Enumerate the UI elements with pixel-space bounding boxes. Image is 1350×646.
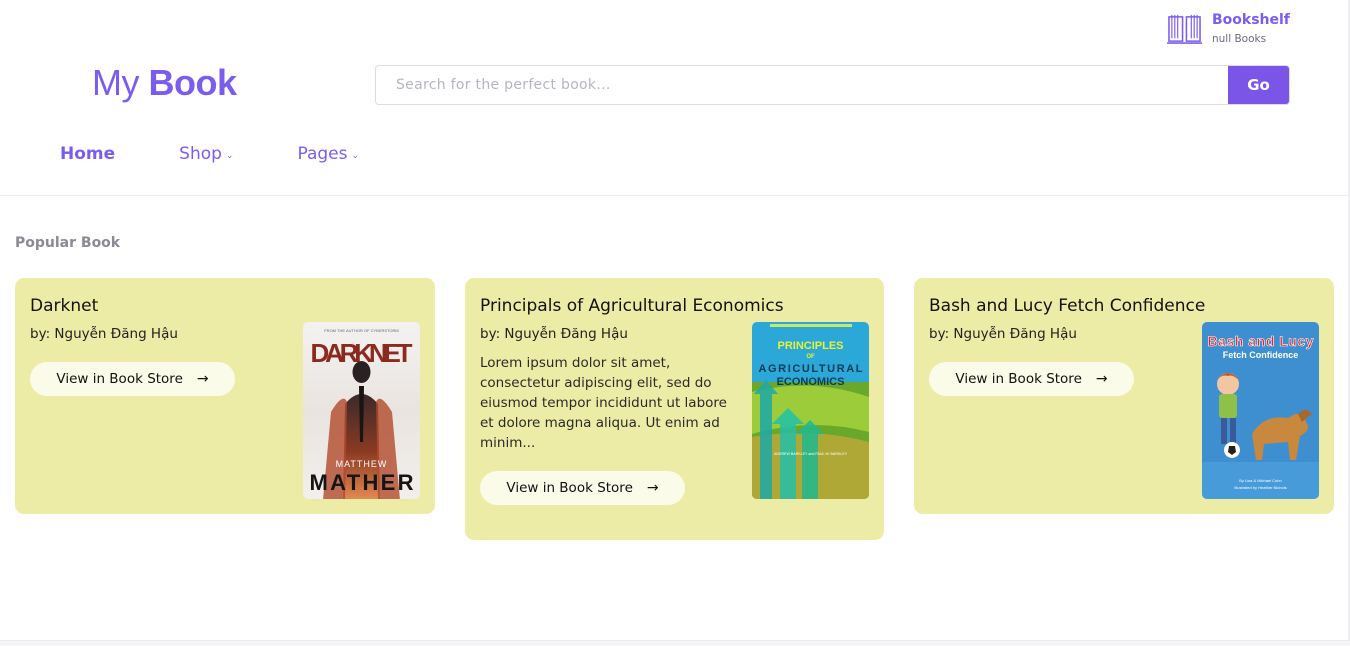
cover-line1: PRINCIPLES bbox=[777, 340, 843, 352]
book-cover[interactable]: PRINCIPLES OF AGRICULTURAL ECONOMICS AND… bbox=[752, 322, 869, 499]
agri-econ-cover-art: PRINCIPLES OF AGRICULTURAL ECONOMICS AND… bbox=[752, 322, 869, 499]
cover-author-first: MATTHEW bbox=[336, 459, 388, 469]
book-cover[interactable]: FROM THE AUTHOR OF CYBERSTORM DARKNET MA… bbox=[303, 322, 420, 499]
search-go-button[interactable]: Go bbox=[1228, 66, 1289, 104]
logo-part1: My bbox=[92, 62, 140, 103]
bookshelf-count: null Books bbox=[1212, 33, 1267, 45]
view-in-store-button[interactable]: View in Book Store → bbox=[929, 362, 1134, 396]
cover-title: Bash and Lucy bbox=[1208, 333, 1314, 349]
cover-credit1: By Lisa & Michael Cohn bbox=[1239, 478, 1281, 483]
chevron-down-icon: ⌄ bbox=[351, 150, 360, 161]
main-nav: Home Shop ⌄ Pages ⌄ bbox=[60, 144, 423, 164]
nav-home[interactable]: Home bbox=[60, 144, 115, 164]
section-title: Popular Book bbox=[15, 235, 121, 251]
cover-credit2: Illustrated by Heather Nichols bbox=[1234, 485, 1286, 490]
arrow-right-icon: → bbox=[196, 371, 209, 387]
darknet-cover-art: FROM THE AUTHOR OF CYBERSTORM DARKNET MA… bbox=[303, 322, 420, 499]
book-title: Darknet bbox=[30, 296, 99, 316]
book-card: Bash and Lucy Fetch Confidence by: Nguyễ… bbox=[914, 278, 1334, 514]
book-title: Principals of Agricultural Economics bbox=[480, 296, 784, 316]
cover-line4: ECONOMICS bbox=[777, 376, 845, 388]
nav-shop-label: Shop bbox=[179, 144, 222, 164]
page: Bookshelf null Books My Book Go Home Sho… bbox=[0, 0, 1350, 646]
site-logo[interactable]: My Book bbox=[92, 62, 237, 104]
view-in-store-button[interactable]: View in Book Store → bbox=[480, 471, 685, 505]
header-divider bbox=[0, 195, 1350, 196]
cover-line3: AGRICULTURAL bbox=[759, 363, 863, 375]
cover-top-line: FROM THE AUTHOR OF CYBERSTORM bbox=[324, 328, 399, 333]
book-cover[interactable]: Bash and Lucy Fetch Confidence By Lisa &… bbox=[1202, 322, 1319, 499]
nav-home-label: Home bbox=[60, 144, 116, 164]
view-in-store-label: View in Book Store bbox=[506, 480, 633, 496]
nav-pages-label: Pages bbox=[297, 144, 348, 164]
nav-shop[interactable]: Shop ⌄ bbox=[179, 144, 233, 164]
book-author: by: Nguyễn Đăng Hậu bbox=[929, 326, 1077, 342]
bookshelf-link[interactable]: Bookshelf null Books bbox=[1167, 12, 1290, 45]
book-card: Principals of Agricultural Economics by:… bbox=[465, 278, 884, 540]
book-description: Lorem ipsum dolor sit amet, consectetur … bbox=[480, 355, 727, 451]
arrow-right-icon: → bbox=[646, 480, 659, 496]
arrow-right-icon: → bbox=[1095, 371, 1108, 387]
view-in-store-label: View in Book Store bbox=[56, 371, 183, 387]
chevron-down-icon: ⌄ bbox=[225, 150, 234, 161]
book-title: Bash and Lucy Fetch Confidence bbox=[929, 296, 1206, 316]
search-input[interactable] bbox=[376, 66, 1228, 104]
book-author: by: Nguyễn Đăng Hậu bbox=[480, 326, 628, 342]
cover-author-last: MATHER bbox=[310, 470, 414, 495]
search-bar: Go bbox=[375, 65, 1290, 105]
view-in-store-button[interactable]: View in Book Store → bbox=[30, 362, 235, 396]
open-book-icon bbox=[1167, 14, 1202, 44]
book-card: Darknet by: Nguyễn Đăng Hậu View in Book… bbox=[15, 278, 435, 514]
bash-lucy-cover-art: Bash and Lucy Fetch Confidence By Lisa &… bbox=[1202, 322, 1319, 499]
cover-authors: ANDREW BARKLEY and PAUL W. BARKLEY bbox=[774, 452, 848, 456]
cover-line2: OF bbox=[806, 354, 815, 360]
cover-subtitle: Fetch Confidence bbox=[1223, 350, 1299, 360]
view-in-store-label: View in Book Store bbox=[955, 371, 1082, 387]
logo-part2: Book bbox=[148, 62, 238, 103]
bookshelf-title: Bookshelf bbox=[1212, 12, 1290, 28]
nav-pages[interactable]: Pages ⌄ bbox=[297, 144, 359, 164]
book-author: by: Nguyễn Đăng Hậu bbox=[30, 326, 178, 342]
footer-strip bbox=[0, 640, 1350, 646]
